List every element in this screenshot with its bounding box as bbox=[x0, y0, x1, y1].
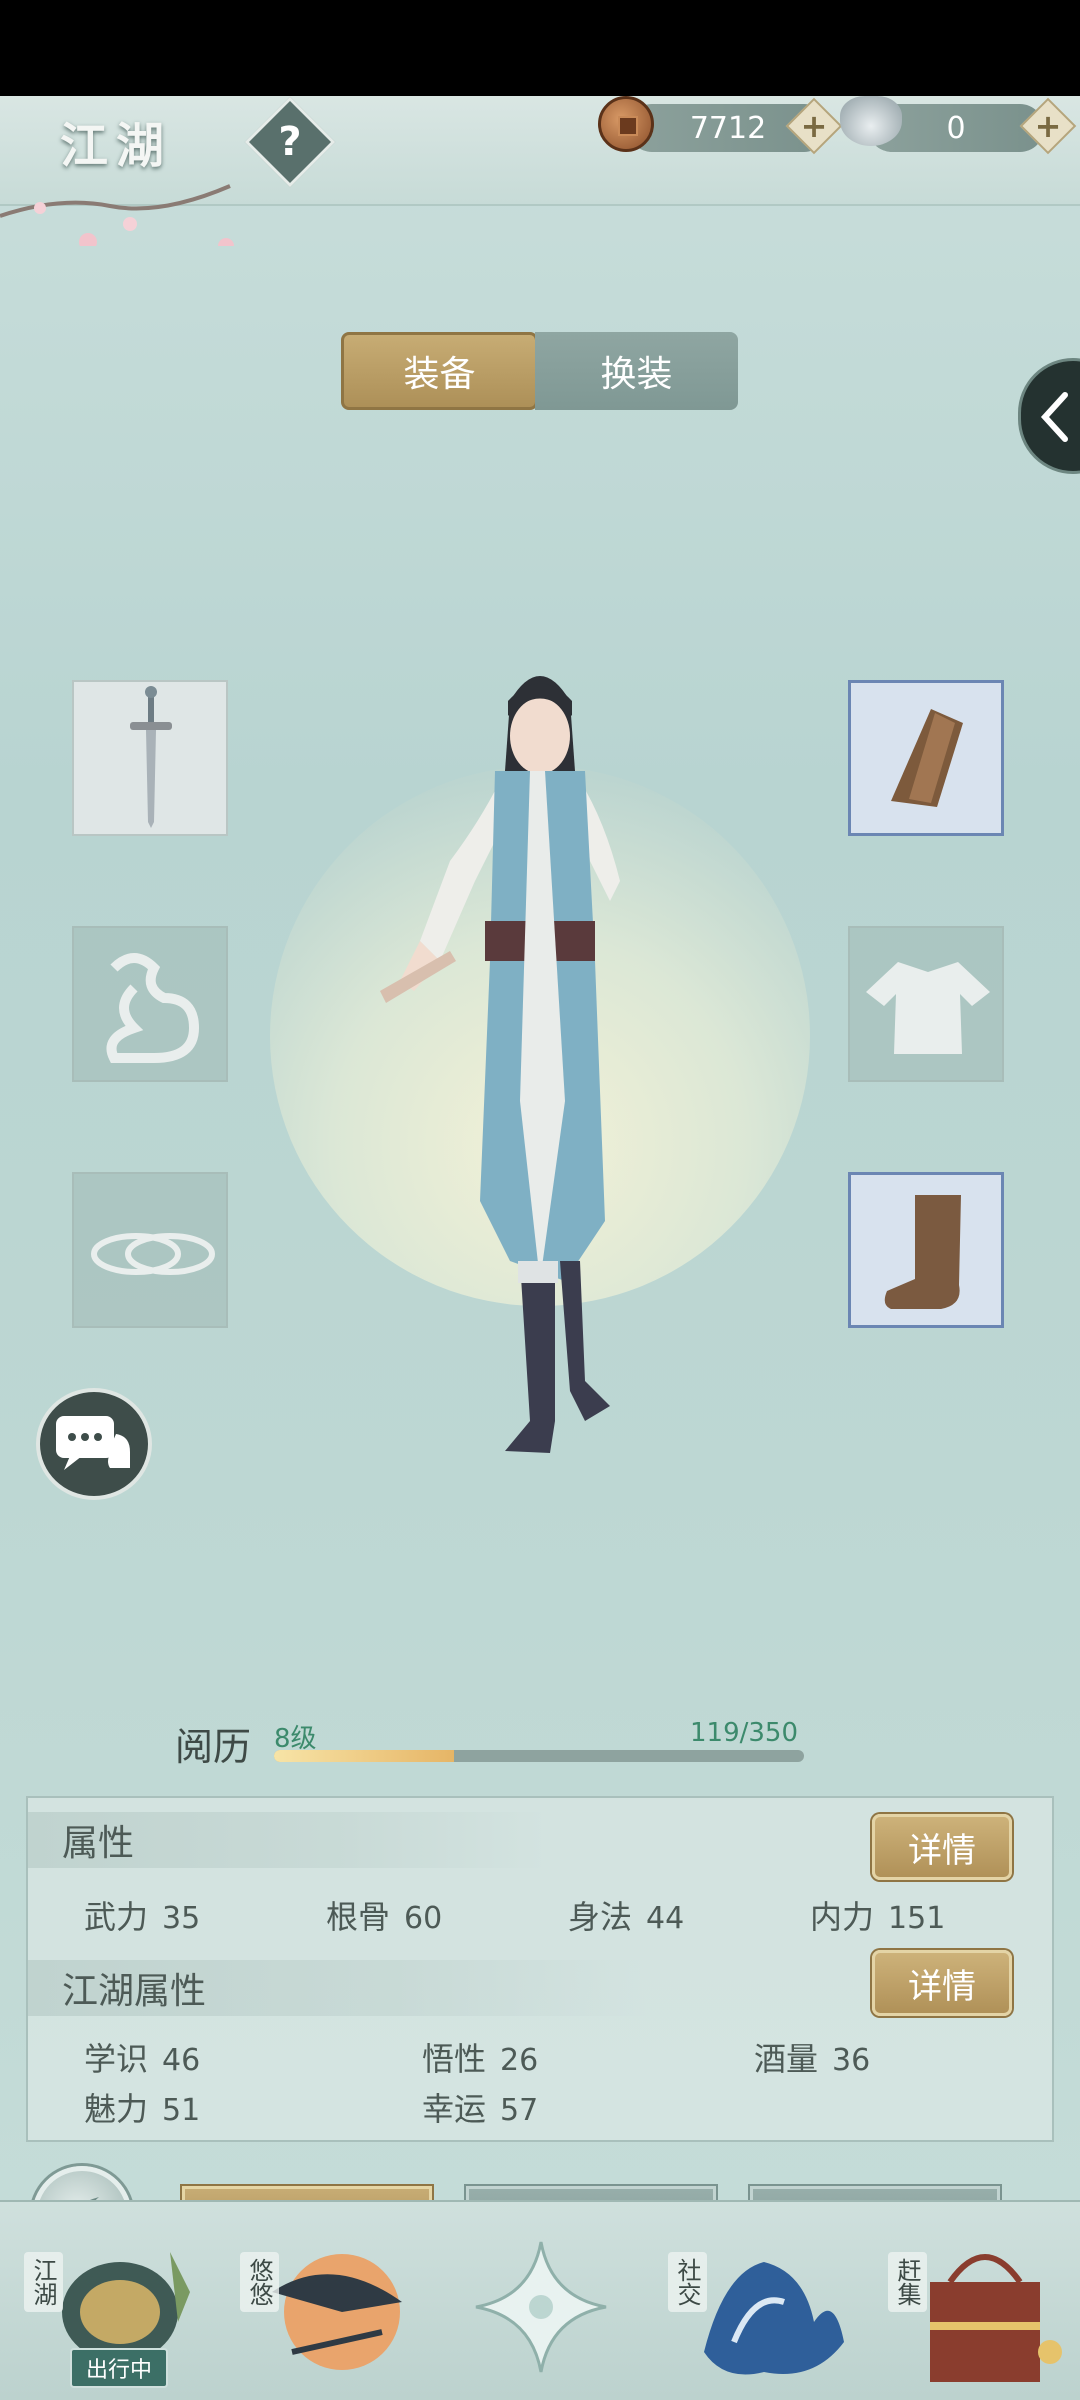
bracer-icon bbox=[891, 709, 963, 807]
stat-label: 悟性 bbox=[422, 2040, 487, 2078]
equip-slot-accessory[interactable] bbox=[72, 926, 228, 1082]
nav-label: 悠悠 bbox=[240, 2252, 279, 2312]
bottom-navigation: 江湖 出行中 悠悠 社交 赶集 bbox=[0, 2200, 1080, 2400]
nav-jianghu[interactable]: 江湖 出行中 bbox=[20, 2232, 210, 2400]
side-panel-toggle[interactable] bbox=[1018, 358, 1080, 474]
attributes-header: 属性 bbox=[28, 1812, 548, 1868]
attribute-panel: 属性 详情 武力 35 根骨 60 身法 44 内力 151 江湖属性 详情 学识 46 … bbox=[26, 1796, 1054, 2142]
copper-coin-value: 7712 bbox=[689, 110, 767, 146]
stat-label: 幸运 bbox=[422, 2090, 487, 2128]
stat-luck: 幸运 57 bbox=[422, 2084, 538, 2130]
stat-label: 根骨 bbox=[326, 1898, 391, 1936]
stat-value: 44 bbox=[646, 1901, 685, 1936]
stat-strength: 武力 35 bbox=[84, 1892, 200, 1938]
stat-value: 35 bbox=[162, 1901, 201, 1936]
experience-label: 阅历 bbox=[175, 1725, 252, 1769]
sword-icon bbox=[130, 686, 172, 828]
stat-value: 151 bbox=[888, 1901, 946, 1936]
stat-agility: 身法 44 bbox=[568, 1892, 684, 1938]
stat-label: 身法 bbox=[568, 1898, 633, 1936]
stat-label: 魅力 bbox=[84, 2090, 149, 2128]
nav-label: 赶集 bbox=[888, 2252, 927, 2312]
stat-drinking: 酒量 36 bbox=[754, 2034, 870, 2080]
nav-market[interactable]: 赶集 bbox=[880, 2232, 1070, 2400]
equip-slot-ring[interactable] bbox=[72, 1172, 228, 1328]
nav-home[interactable] bbox=[466, 2232, 616, 2400]
page-title: 江湖 bbox=[60, 118, 173, 174]
robe-icon bbox=[866, 962, 990, 1054]
experience-progress-text: 119/350 bbox=[690, 1718, 799, 1748]
stat-label: 内力 bbox=[810, 1898, 875, 1936]
stat-constitution: 根骨 60 bbox=[326, 1892, 442, 1938]
chat-icon bbox=[56, 1416, 130, 1470]
tab-equipment[interactable]: 装备 bbox=[341, 332, 538, 410]
jianghu-detail-button[interactable]: 详情 bbox=[872, 1950, 1012, 2016]
traveling-badge: 出行中 bbox=[70, 2348, 169, 2388]
nav-social[interactable]: 社交 bbox=[664, 2232, 864, 2400]
equip-slot-weapon[interactable] bbox=[72, 680, 228, 836]
stat-value: 26 bbox=[500, 2043, 539, 2078]
ring-icon bbox=[91, 1233, 215, 1275]
stat-inner-power: 内力 151 bbox=[810, 1892, 945, 1938]
chat-button[interactable] bbox=[36, 1388, 152, 1500]
equip-slot-boots[interactable] bbox=[848, 1172, 1004, 1328]
stat-comprehension: 悟性 26 bbox=[422, 2034, 538, 2080]
boot-icon bbox=[884, 1195, 961, 1309]
plus-icon: + bbox=[1034, 107, 1062, 145]
stat-value: 51 bbox=[162, 2093, 201, 2128]
stat-charm: 魅力 51 bbox=[84, 2084, 200, 2130]
silver-ingot-icon bbox=[840, 96, 902, 146]
nav-label: 社交 bbox=[668, 2252, 707, 2312]
attributes-detail-button[interactable]: 详情 bbox=[872, 1814, 1012, 1880]
game-screen: 江湖 ? 7712 + 0 + 装备 换装 阅历 8级 119/350 属性 详… bbox=[0, 96, 1080, 2400]
copper-coin-icon bbox=[598, 96, 654, 152]
jianghu-attributes-header: 江湖属性 bbox=[28, 1960, 648, 2016]
stat-value: 60 bbox=[404, 1901, 443, 1936]
tab-outfit[interactable]: 换装 bbox=[535, 332, 738, 410]
stat-value: 36 bbox=[832, 2043, 871, 2078]
equip-slot-clothes[interactable] bbox=[848, 926, 1004, 1082]
plus-icon: + bbox=[800, 107, 828, 145]
equip-slot-bracer[interactable] bbox=[848, 680, 1004, 836]
character-figure bbox=[380, 676, 620, 1453]
stat-label: 酒量 bbox=[754, 2040, 819, 2078]
nav-youyou[interactable]: 悠悠 bbox=[232, 2232, 412, 2400]
chevron-left-icon bbox=[1040, 392, 1068, 442]
help-icon: ? bbox=[278, 119, 302, 165]
experience-progress-fill bbox=[274, 1750, 455, 1762]
cloud-charm-icon bbox=[106, 953, 200, 1063]
four-point-star-icon bbox=[475, 2241, 607, 2373]
stat-label: 学识 bbox=[84, 2040, 149, 2078]
stat-knowledge: 学识 46 bbox=[84, 2034, 200, 2080]
nav-label: 江湖 bbox=[24, 2252, 63, 2312]
experience-progress-bar bbox=[274, 1750, 804, 1762]
top-bar: 江湖 ? 7712 + 0 + bbox=[0, 96, 1080, 246]
stat-value: 57 bbox=[500, 2093, 539, 2128]
stat-value: 46 bbox=[162, 2043, 201, 2078]
silver-ingot-value: 0 bbox=[946, 110, 966, 146]
stat-label: 武力 bbox=[84, 1898, 149, 1936]
